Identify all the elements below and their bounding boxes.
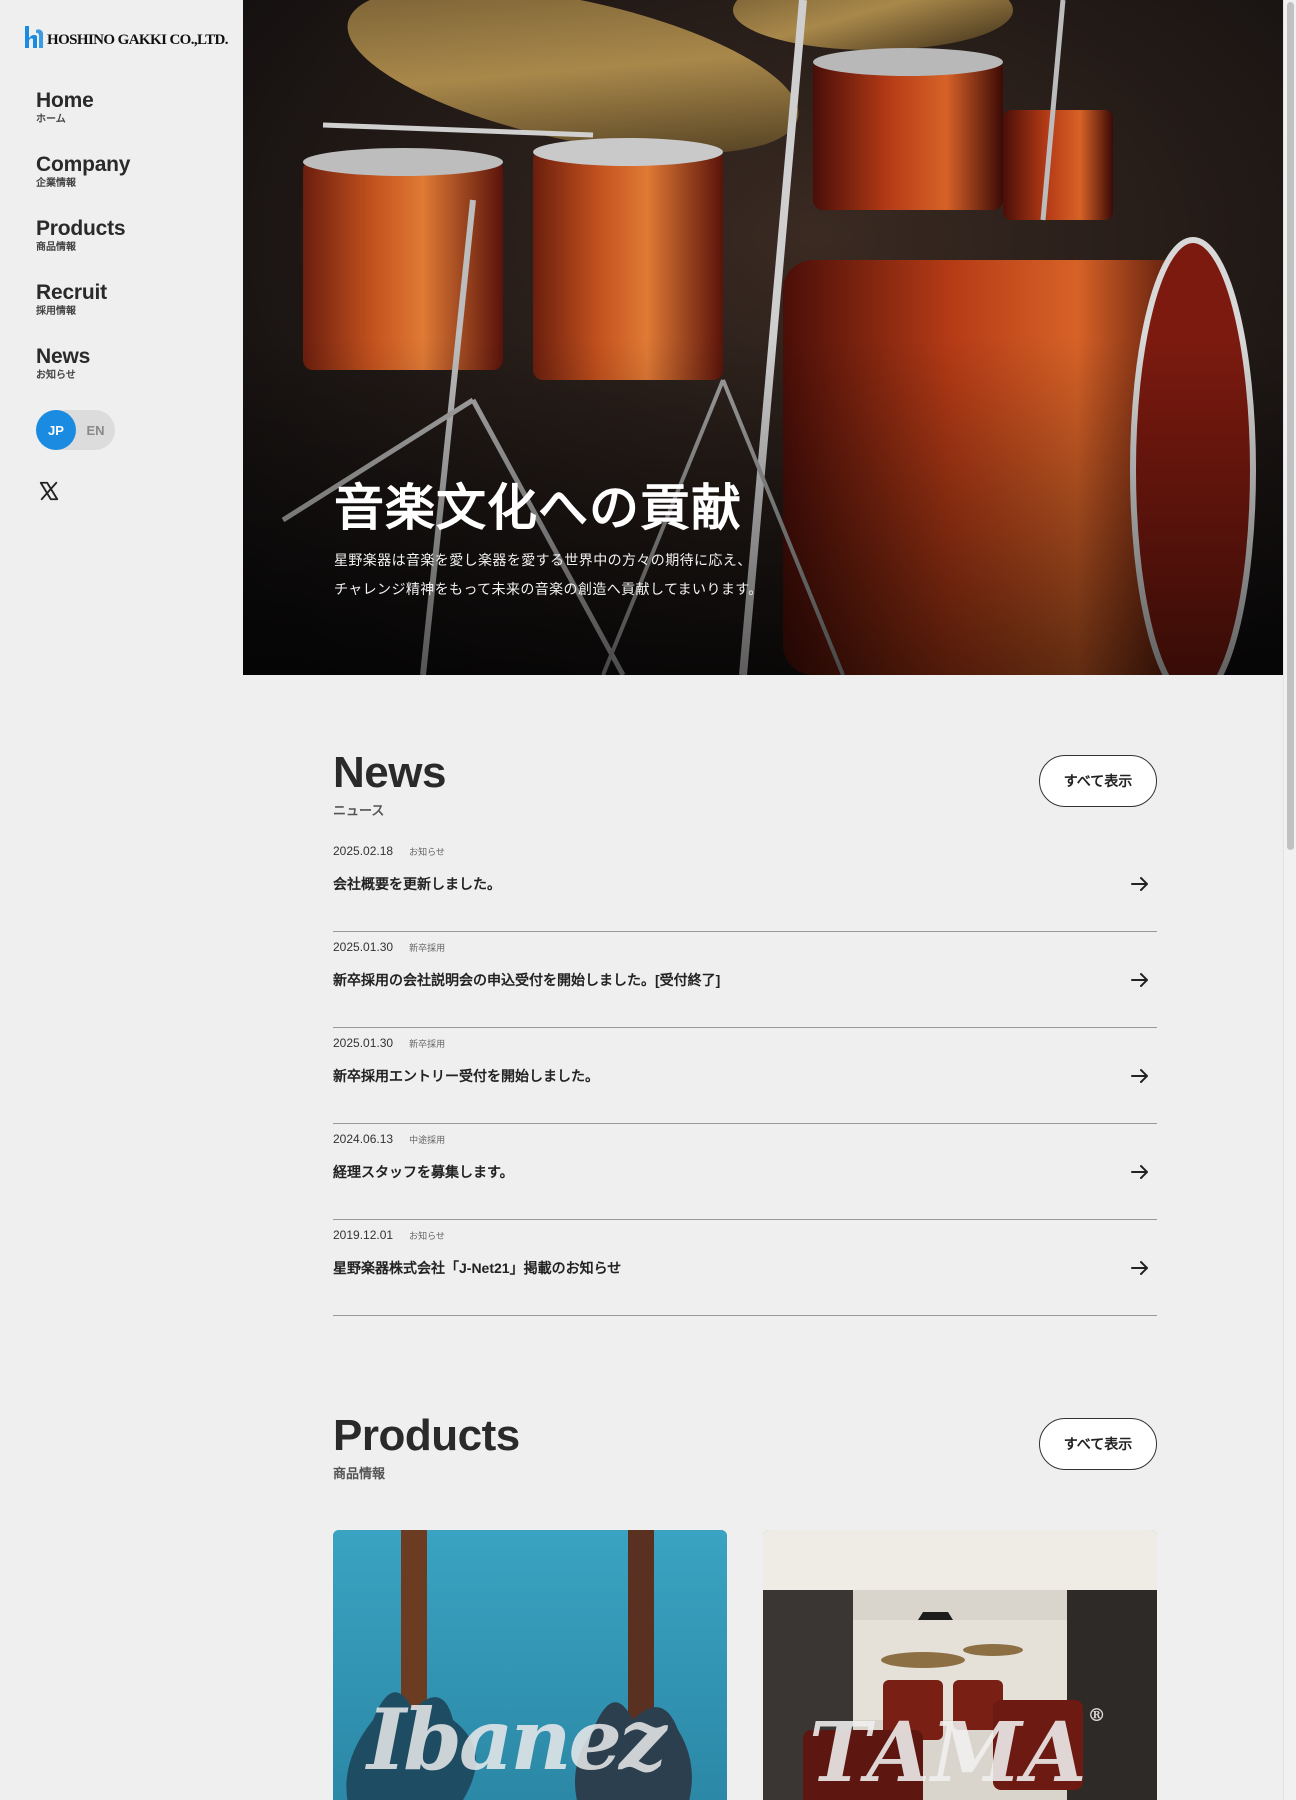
main-nav: Home ホーム Company 企業情報 Products 商品情報 Recr… — [36, 88, 130, 408]
lang-jp-button[interactable]: JP — [36, 410, 76, 450]
news-category: 新卒採用 — [409, 942, 446, 953]
news-title: 経理スタッフを募集します。 — [333, 1164, 514, 1180]
nav-item-products[interactable]: Products 商品情報 — [36, 216, 130, 280]
products-view-all-button[interactable]: すべて表示 — [1039, 1418, 1157, 1470]
page-scrollbar[interactable] — [1283, 0, 1296, 1800]
company-logo[interactable]: HOSHINO GAKKI CO.,LTD. — [24, 24, 228, 50]
news-date: 2025.01.30 — [333, 940, 394, 954]
hero-copy: 星野楽器は音楽を愛し楽器を愛する世界中の方々の期待に応え、 チャレンジ精神をもっ… — [334, 546, 763, 604]
news-meta: 2025.02.18 お知らせ — [333, 844, 445, 858]
news-meta: 2025.01.30 新卒採用 — [333, 1036, 445, 1050]
section-subtitle: ニュース — [333, 803, 385, 818]
news-meta: 2025.01.30 新卒採用 — [333, 940, 445, 954]
news-title: 新卒採用エントリー受付を開始しました。 — [333, 1068, 599, 1084]
section-title: Products — [333, 1411, 520, 1460]
news-date: 2025.02.18 — [333, 844, 394, 858]
section-subtitle: 商品情報 — [333, 1466, 386, 1481]
registered-mark: ® — [1087, 1705, 1107, 1726]
tama-brand-name: TAMA — [809, 1705, 1088, 1800]
arrow-right-icon — [1131, 1165, 1148, 1179]
language-toggle: JP EN — [36, 410, 115, 450]
nav-label: Company — [36, 153, 131, 176]
news-date: 2019.12.01 — [333, 1228, 394, 1242]
nav-item-recruit[interactable]: Recruit 採用情報 — [36, 280, 130, 344]
news-date: 2024.06.13 — [333, 1132, 394, 1146]
nav-sublabel: 商品情報 — [36, 242, 76, 253]
product-card-tama[interactable]: TAMA® — [763, 1530, 1157, 1800]
news-meta: 2019.12.01 お知らせ — [333, 1228, 445, 1242]
news-list: 2025.02.18 お知らせ 会社概要を更新しました。 2025.01.30 … — [333, 836, 1157, 1316]
nav-item-news[interactable]: News お知らせ — [36, 344, 130, 408]
nav-label: Home — [36, 89, 94, 112]
product-card-ibanez[interactable]: Ibanez — [333, 1530, 727, 1800]
section-title: News — [333, 748, 446, 797]
news-category: お知らせ — [409, 1230, 445, 1241]
news-title: 会社概要を更新しました。 — [333, 876, 501, 892]
news-item[interactable]: 2024.06.13 中途採用 経理スタッフを募集します。 — [333, 1124, 1157, 1220]
scrollbar-thumb[interactable] — [1287, 2, 1294, 850]
nav-sublabel: お知らせ — [36, 370, 76, 381]
hero-title: 音楽文化への貢献 — [334, 480, 742, 536]
nav-label: News — [36, 345, 91, 368]
arrow-right-icon — [1131, 973, 1148, 987]
news-item[interactable]: 2025.01.30 新卒採用 新卒採用の会社説明会の申込受付を開始しました。[… — [333, 932, 1157, 1028]
arrow-right-icon — [1131, 1261, 1148, 1275]
news-heading: News ニュース — [333, 748, 446, 819]
hero-banner: 音楽文化への貢献 星野楽器は音楽を愛し楽器を愛する世界中の方々の期待に応え、 チ… — [243, 0, 1283, 675]
arrow-right-icon — [1131, 877, 1148, 891]
news-title: 新卒採用の会社説明会の申込受付を開始しました。[受付終了] — [333, 972, 721, 988]
product-cards: Ibanez TAMA® — [333, 1530, 1157, 1800]
news-item[interactable]: 2025.01.30 新卒採用 新卒採用エントリー受付を開始しました。 — [333, 1028, 1157, 1124]
x-icon[interactable] — [38, 480, 60, 502]
nav-item-company[interactable]: Company 企業情報 — [36, 152, 130, 216]
sidebar: HOSHINO GAKKI CO.,LTD. Home ホーム Company … — [0, 0, 243, 1800]
news-item[interactable]: 2019.12.01 お知らせ 星野楽器株式会社「J-Net21」掲載のお知らせ — [333, 1220, 1157, 1316]
nav-label: Products — [36, 217, 126, 240]
hero-copy-line-2: チャレンジ精神をもって未来の音楽の創造へ貢献してまいります。 — [334, 581, 763, 597]
ibanez-brand-mark: Ibanez — [367, 1690, 667, 1789]
news-meta: 2024.06.13 中途採用 — [333, 1132, 445, 1146]
hero-copy-line-1: 星野楽器は音楽を愛し楽器を愛する世界中の方々の期待に応え、 — [334, 552, 752, 568]
news-category: 中途採用 — [409, 1134, 446, 1145]
products-heading: Products 商品情報 — [333, 1411, 520, 1482]
nav-sublabel: 採用情報 — [36, 306, 76, 317]
arrow-right-icon — [1131, 1069, 1148, 1083]
news-date: 2025.01.30 — [333, 1036, 394, 1050]
news-category: お知らせ — [409, 846, 445, 857]
logo-mark-icon — [25, 26, 43, 48]
logo-text: HOSHINO GAKKI CO.,LTD. — [47, 31, 228, 48]
news-item[interactable]: 2025.02.18 お知らせ 会社概要を更新しました。 — [333, 836, 1157, 932]
news-category: 新卒採用 — [409, 1038, 446, 1049]
nav-sublabel: ホーム — [36, 114, 66, 125]
tama-brand-mark: TAMA® — [809, 1705, 1107, 1800]
news-title: 星野楽器株式会社「J-Net21」掲載のお知らせ — [333, 1260, 622, 1276]
nav-sublabel: 企業情報 — [36, 178, 76, 189]
lang-en-button[interactable]: EN — [76, 410, 115, 450]
news-view-all-button[interactable]: すべて表示 — [1039, 755, 1157, 807]
nav-item-home[interactable]: Home ホーム — [36, 88, 130, 152]
nav-label: Recruit — [36, 281, 107, 304]
